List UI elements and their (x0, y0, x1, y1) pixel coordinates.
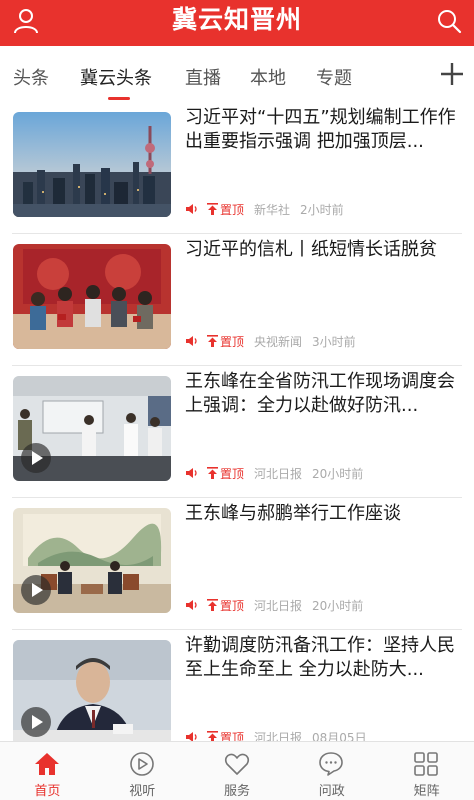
news-time: 20小时前 (312, 466, 364, 481)
speaker-icon[interactable] (185, 202, 199, 216)
news-title[interactable]: 习近平的信札丨纸短情长话脱贫 (185, 238, 465, 262)
news-item[interactable]: 习近平对“十四五”规划编制工作作出重要指示强调 把加强顶层... 置顶 新华社 … (0, 102, 474, 234)
news-time: 2小时前 (300, 202, 344, 217)
news-thumbnail (13, 112, 171, 217)
speaker-icon[interactable] (185, 466, 199, 480)
news-title[interactable]: 习近平对“十四五”规划编制工作作出重要指示强调 把加强顶层... (185, 106, 465, 154)
app-header: 冀云知晋州 (0, 0, 474, 46)
pin-top-icon (207, 599, 218, 611)
news-source: 新华社 (254, 202, 291, 217)
pinned-label: 置顶 (220, 598, 245, 613)
news-meta: 置顶 河北日报 20小时前 (185, 465, 363, 481)
news-title[interactable]: 王东峰与郝鹏举行工作座谈 (185, 502, 465, 526)
tab-jiyun-headlines[interactable]: 冀云头条 (80, 64, 152, 90)
news-item[interactable]: 王东峰与郝鹏举行工作座谈 置顶 河北日报 20小时前 (0, 498, 474, 630)
add-channel-icon[interactable] (438, 60, 466, 88)
grid-icon (414, 752, 438, 776)
news-thumbnail (13, 376, 171, 481)
tab-local[interactable]: 本地 (250, 64, 286, 90)
news-thumbnail (13, 508, 171, 613)
video-play-icon[interactable] (21, 575, 51, 605)
nav-matrix-label: 矩阵 (413, 784, 440, 799)
pin-top-icon (207, 467, 218, 479)
nav-home[interactable]: 首页 (0, 742, 95, 800)
news-meta: 置顶 新华社 2小时前 (185, 201, 344, 217)
pinned-label: 置顶 (220, 334, 245, 349)
pinned-label: 置顶 (220, 202, 245, 217)
pinned-label: 置顶 (220, 466, 245, 481)
news-thumbnail (13, 640, 171, 745)
nav-inquiry-label: 问政 (318, 784, 345, 799)
video-play-icon[interactable] (21, 707, 51, 737)
news-title[interactable]: 许勤调度防汛备汛工作：坚持人民至上生命至上 全力以赴防大... (185, 634, 465, 682)
news-time: 20小时前 (312, 598, 364, 613)
news-item[interactable]: 习近平的信札丨纸短情长话脱贫 置顶 央视新闻 3小时前 (0, 234, 474, 366)
nav-services-label: 服务 (223, 784, 250, 799)
news-meta: 置顶 河北日报 20小时前 (185, 597, 363, 613)
speaker-icon[interactable] (185, 598, 199, 612)
active-tab-indicator (108, 97, 130, 100)
heart-icon (224, 753, 249, 775)
play-circle-icon (129, 752, 154, 776)
news-thumbnail (13, 244, 171, 349)
news-item[interactable]: 王东峰在全省防汛工作现场调度会上强调：全力以赴做好防汛... 置顶 河北日报 2… (0, 366, 474, 498)
nav-inquiry[interactable]: 问政 (284, 742, 379, 800)
speaker-icon[interactable] (185, 334, 199, 348)
news-title[interactable]: 王东峰在全省防汛工作现场调度会上强调：全力以赴做好防汛... (185, 370, 465, 418)
nav-media-label: 视听 (129, 784, 156, 799)
nav-home-label: 首页 (34, 784, 61, 799)
chat-bubble-icon (319, 752, 344, 776)
nav-services[interactable]: 服务 (190, 742, 285, 800)
pin-top-icon (207, 203, 218, 215)
category-tabs: 头条 冀云头条 直播 本地 专题 (0, 46, 474, 102)
news-time: 3小时前 (312, 334, 356, 349)
news-source: 河北日报 (254, 598, 303, 613)
tab-live[interactable]: 直播 (185, 64, 221, 90)
app-title: 冀云知晋州 (171, 5, 302, 34)
news-meta: 置顶 央视新闻 3小时前 (185, 333, 356, 349)
news-source: 河北日报 (254, 466, 303, 481)
bottom-nav: 首页 视听 服务 问政 矩阵 (0, 741, 474, 800)
news-source: 央视新闻 (254, 334, 303, 349)
nav-matrix[interactable]: 矩阵 (379, 742, 474, 800)
video-play-icon[interactable] (21, 443, 51, 473)
tab-topics[interactable]: 专题 (316, 64, 352, 90)
nav-media[interactable]: 视听 (95, 742, 190, 800)
home-icon (35, 753, 59, 775)
search-icon[interactable] (434, 6, 464, 36)
tab-headlines[interactable]: 头条 (13, 64, 49, 90)
pin-top-icon (207, 335, 218, 347)
